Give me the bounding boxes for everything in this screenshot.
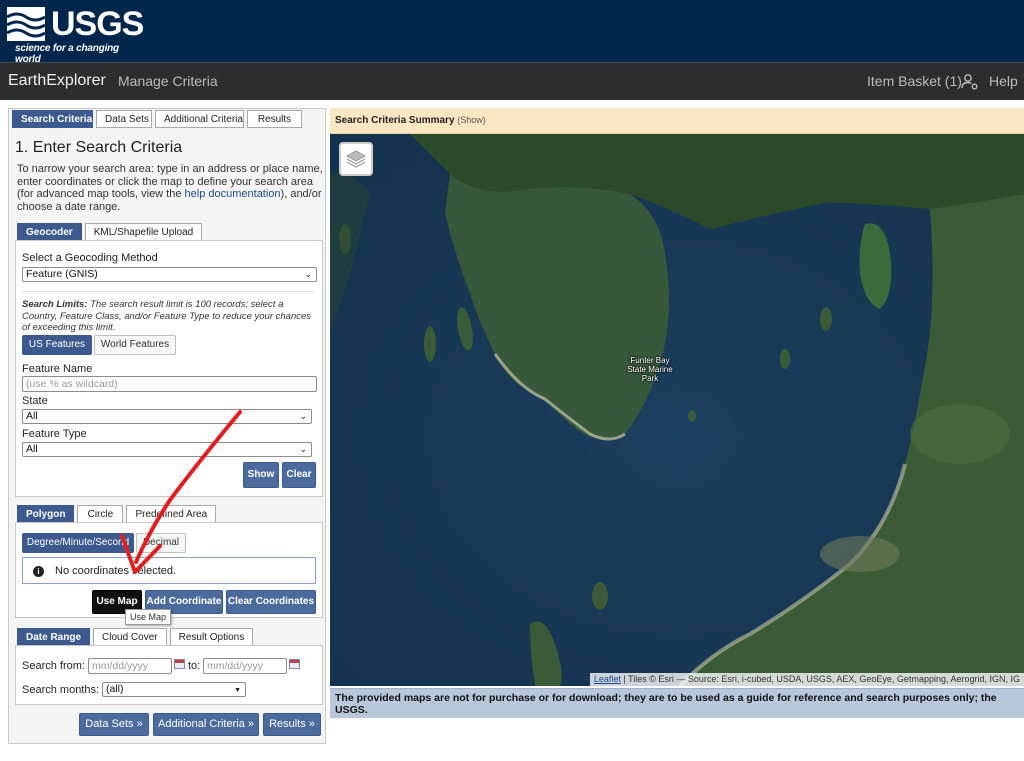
geocoding-method-value: Feature (GNIS) — [26, 268, 98, 280]
search-criteria-summary-bar[interactable]: Search Criteria Summary (Show) — [330, 108, 1024, 134]
satellite-map[interactable]: Funter Bay State Marine Park Leaflet | T… — [330, 134, 1024, 686]
date-from-input[interactable]: mm/dd/yyyy — [88, 658, 172, 674]
feature-type-select[interactable]: All ⌄ — [22, 442, 312, 457]
to-label: to: — [188, 660, 201, 672]
chevron-down-icon: ⌄ — [299, 444, 307, 454]
tab-predefined-area[interactable]: Predefined Area — [126, 505, 217, 523]
search-months-select[interactable]: (all) ▼ — [102, 682, 246, 697]
tab-date-range[interactable]: Date Range — [17, 628, 91, 646]
usgs-wordmark: USGS — [51, 5, 144, 43]
usgs-wave-icon — [7, 7, 45, 41]
help-documentation-link[interactable]: help documentation — [185, 188, 281, 200]
clear-coordinates-button[interactable]: Clear Coordinates — [226, 590, 316, 614]
manage-criteria-link[interactable]: Manage Criteria — [118, 73, 218, 89]
date-to-input[interactable]: mm/dd/yyyy — [203, 658, 287, 674]
tab-search-criteria[interactable]: Search Criteria — [12, 110, 93, 128]
summary-title-text: Search Criteria Summary — [335, 115, 455, 126]
intro-text: To narrow your search area: type in an a… — [17, 163, 323, 213]
layers-icon — [345, 150, 367, 168]
tab-data-sets[interactable]: Data Sets — [96, 110, 152, 128]
geocoding-method-select[interactable]: Feature (GNIS) ⌄ — [22, 267, 317, 282]
state-label: State — [22, 395, 48, 407]
geocoder-tabs: Geocoder KML/Shapefile Upload — [17, 223, 203, 241]
coordinates-box: i No coordinates selected. — [22, 557, 316, 584]
help-link[interactable]: Help — [989, 73, 1018, 89]
disclaimer-line-2: USGS. — [335, 704, 368, 716]
decimal-format-button[interactable]: Decimal — [136, 533, 186, 553]
date-tabs: Date Range Cloud Cover Result Options — [17, 628, 254, 646]
main-tabs: Search Criteria Data Sets Additional Cri… — [12, 110, 302, 128]
world-features-button[interactable]: World Features — [94, 335, 176, 355]
tab-results[interactable]: Results — [247, 110, 302, 128]
additional-criteria-next-button[interactable]: Additional Criteria » — [153, 713, 259, 736]
search-months-value: (all) — [106, 683, 124, 695]
geocoding-method-label: Select a Geocoding Method — [22, 252, 158, 264]
map-attribution: Leaflet | Tiles © Esri — Source: Esri, i… — [589, 673, 1024, 686]
feature-name-input[interactable]: (use % as wildcard) — [22, 376, 317, 392]
layers-control[interactable] — [339, 142, 373, 176]
map-disclaimer: The provided maps are not for purchase o… — [330, 688, 1024, 718]
no-coordinates-text: No coordinates selected. — [55, 565, 177, 577]
item-basket-link[interactable]: Item Basket (1) — [867, 73, 962, 89]
tab-kml-upload[interactable]: KML/Shapefile Upload — [84, 223, 203, 241]
chevron-down-icon: ⌄ — [299, 411, 307, 421]
disclaimer-line-1: The provided maps are not for purchase o… — [335, 692, 997, 704]
user-settings-icon[interactable] — [961, 73, 979, 91]
tab-additional-criteria[interactable]: Additional Criteria — [155, 110, 244, 128]
leaflet-link[interactable]: Leaflet — [594, 674, 621, 684]
search-months-label: Search months: — [22, 684, 100, 696]
show-button[interactable]: Show — [243, 462, 279, 488]
summary-title: Search Criteria Summary (Show) — [335, 115, 486, 126]
map-imagery — [330, 134, 1024, 686]
tab-polygon[interactable]: Polygon — [17, 505, 75, 523]
caret-down-icon: ▼ — [234, 687, 241, 694]
geocoder-panel: Select a Geocoding Method Feature (GNIS)… — [15, 240, 323, 497]
feature-type-label: Feature Type — [22, 428, 87, 440]
use-map-tooltip: Use Map — [125, 609, 171, 625]
data-sets-next-button[interactable]: Data Sets » — [79, 713, 149, 736]
polygon-panel: Degree/Minute/Second Decimal i No coordi… — [15, 522, 323, 618]
attribution-text: | Tiles © Esri — Source: Esri, i-cubed, … — [620, 674, 1020, 684]
calendar-icon[interactable] — [174, 659, 185, 669]
info-icon: i — [33, 566, 44, 577]
results-next-button[interactable]: Results » — [263, 713, 321, 736]
tab-result-options[interactable]: Result Options — [169, 628, 254, 646]
search-panel: Search Criteria Data Sets Additional Cri… — [8, 108, 326, 744]
dms-format-button[interactable]: Degree/Minute/Second — [22, 533, 134, 553]
area-tabs: Polygon Circle Predefined Area — [17, 505, 217, 523]
feature-type-value: All — [26, 443, 38, 455]
usgs-header: USGS science for a changing world — [0, 0, 1024, 65]
app-title[interactable]: EarthExplorer — [8, 72, 106, 90]
state-select[interactable]: All ⌄ — [22, 409, 312, 424]
usgs-logo[interactable]: USGS science for a changing world — [7, 5, 144, 65]
divider — [22, 291, 314, 292]
feature-name-label: Feature Name — [22, 363, 93, 375]
search-limits-text: Search Limits: The search result limit i… — [22, 299, 314, 334]
calendar-icon[interactable] — [289, 659, 300, 669]
search-limits-label: Search Limits: — [22, 299, 88, 310]
state-value: All — [26, 410, 38, 422]
nav-bar: EarthExplorer Manage Criteria Item Baske… — [0, 62, 1024, 100]
summary-show-link[interactable]: (Show) — [457, 115, 486, 125]
step-title: 1. Enter Search Criteria — [15, 139, 183, 156]
search-from-label: Search from: — [22, 660, 85, 672]
tab-geocoder[interactable]: Geocoder — [17, 223, 82, 241]
date-panel: Search from: mm/dd/yyyy to: mm/dd/yyyy S… — [15, 645, 323, 705]
clear-button[interactable]: Clear — [282, 462, 316, 488]
chevron-down-icon: ⌄ — [304, 269, 312, 279]
tab-circle[interactable]: Circle — [77, 505, 124, 523]
tab-cloud-cover[interactable]: Cloud Cover — [93, 628, 167, 646]
map-place-label: Funter Bay State Marine Park — [627, 356, 673, 383]
us-features-button[interactable]: US Features — [22, 335, 92, 355]
